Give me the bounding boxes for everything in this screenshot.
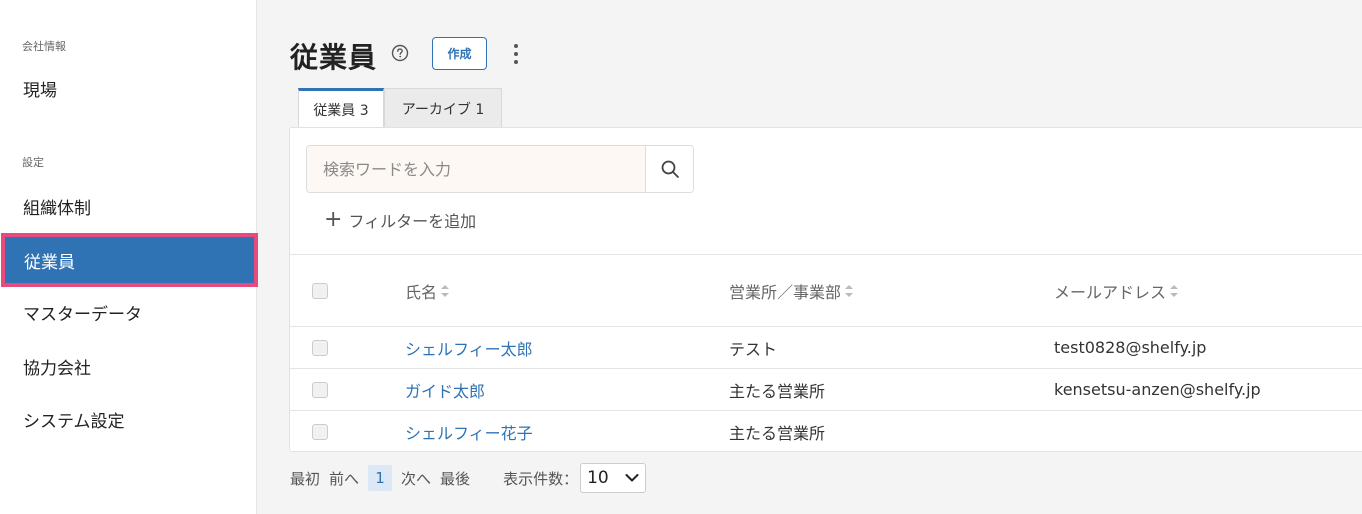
pagination-current-page[interactable]: 1 [368, 465, 393, 491]
sort-icon [845, 284, 854, 297]
sidebar: 会社情報 現場 設定 組織体制 従業員 マスターデータ 協力会社 システム設定 [0, 0, 258, 514]
add-filter-button[interactable]: + フィルターを追加 [324, 208, 476, 232]
pagination-last[interactable]: 最後 [440, 468, 470, 489]
employee-email: test0828@shelfy.jp [1054, 338, 1207, 357]
column-header-name[interactable]: 氏名 [405, 255, 450, 326]
row-checkbox[interactable] [312, 339, 328, 356]
sidebar-item-master-data[interactable]: マスターデータ [0, 286, 256, 338]
add-filter-label: フィルターを追加 [348, 212, 477, 231]
per-page-value: 10 [587, 468, 609, 488]
search-input[interactable] [307, 146, 645, 192]
pagination-first[interactable]: 最初 [290, 468, 320, 489]
per-page-label: 表示件数： [503, 469, 579, 488]
employee-name-link[interactable]: シェルフィー太郎 [405, 336, 533, 360]
employee-email: kensetsu-anzen@shelfy.jp [1054, 380, 1261, 399]
per-page-select[interactable]: 10 [580, 463, 647, 493]
employee-office: 主たる営業所 [729, 381, 826, 401]
pagination-next[interactable]: 次へ [401, 468, 431, 489]
sidebar-item-system-settings[interactable]: システム設定 [0, 393, 256, 445]
plus-icon: + [324, 207, 343, 232]
sidebar-section-settings: 設定 [22, 156, 44, 169]
sidebar-item-partners[interactable]: 協力会社 [0, 340, 256, 392]
employee-table: 氏名 営業所／事業部 メールアドレス シェルフィー太郎 テスト test0828… [290, 254, 1362, 453]
search-button[interactable] [645, 146, 693, 192]
table-row: シェルフィー花子 主たる営業所 [290, 411, 1362, 453]
tab-archive[interactable]: アーカイブ 1 [384, 88, 502, 128]
employee-panel: + フィルターを追加 氏名 営業所／事業部 メールアドレス [289, 127, 1362, 452]
table-row: シェルフィー太郎 テスト test0828@shelfy.jp [290, 327, 1362, 369]
create-button[interactable]: 作成 [432, 37, 487, 70]
employee-name-link[interactable]: シェルフィー花子 [405, 420, 533, 444]
sidebar-section-company: 会社情報 [22, 40, 66, 53]
tab-employees[interactable]: 従業員 3 [298, 88, 384, 128]
sort-icon [441, 284, 450, 297]
sidebar-item-employees[interactable]: 従業員 [1, 233, 258, 287]
table-header: 氏名 営業所／事業部 メールアドレス [290, 254, 1362, 327]
select-all-checkbox[interactable] [312, 282, 328, 299]
page-title: 従業員 [290, 41, 378, 74]
table-row: ガイド太郎 主たる営業所 kensetsu-anzen@shelfy.jp [290, 369, 1362, 411]
sidebar-item-org[interactable]: 組織体制 [0, 180, 256, 232]
chevron-down-icon [625, 474, 639, 482]
more-vertical-icon[interactable] [511, 42, 521, 66]
employee-office: 主たる営業所 [729, 424, 826, 443]
app-root: 会社情報 現場 設定 組織体制 従業員 マスターデータ 協力会社 システム設定 … [0, 0, 1362, 514]
employee-name-link[interactable]: ガイド太郎 [405, 378, 485, 402]
column-header-office[interactable]: 営業所／事業部 [729, 255, 854, 326]
row-checkbox[interactable] [312, 381, 328, 398]
sidebar-item-site[interactable]: 現場 [0, 62, 256, 114]
search-icon [661, 160, 679, 178]
employee-office: テスト [729, 339, 778, 359]
sort-icon [1170, 284, 1179, 297]
search-box [306, 145, 694, 193]
help-circle-icon[interactable] [391, 44, 409, 62]
pagination: 最初 前へ 1 次へ 最後 表示件数： 10 [290, 463, 647, 493]
column-header-email[interactable]: メールアドレス [1054, 255, 1179, 326]
row-checkbox[interactable] [312, 424, 328, 440]
main-content: 従業員 作成 従業員 3 アーカイブ 1 検索ワードを入力 + フィルターを追加… [257, 0, 1362, 514]
pagination-prev[interactable]: 前へ [329, 468, 359, 489]
